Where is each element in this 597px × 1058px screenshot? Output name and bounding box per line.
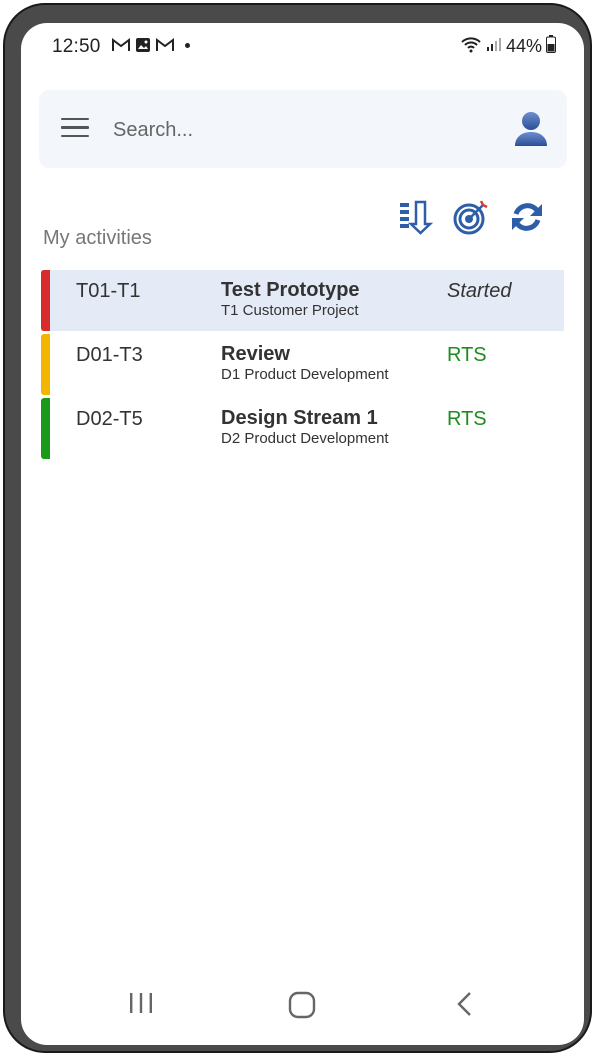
refresh-icon[interactable] (508, 198, 546, 236)
activity-status: RTS (447, 408, 487, 430)
search-input[interactable] (111, 114, 475, 146)
target-icon[interactable] (452, 198, 490, 236)
section-title: My activities (43, 227, 152, 249)
activity-project: T1 Customer Project (221, 302, 359, 319)
app-screen: 12:50 44% Search... My activities T01-T1… (21, 23, 584, 1045)
phone-frame: 12:50 44% Search... My activities T01-T1… (3, 3, 592, 1053)
priority-stripe (41, 398, 50, 459)
back-icon[interactable] (455, 991, 475, 1022)
activity-project: D2 Product Development (221, 430, 389, 447)
activity-row[interactable]: D02-T5 Design Stream 1 D2 Product Developm… (41, 398, 564, 459)
home-icon[interactable] (288, 991, 316, 1024)
activity-code: D02-T5 (76, 408, 143, 430)
activity-project: D1 Product Development (221, 366, 389, 383)
activity-title: Review (221, 343, 290, 365)
hamburger-menu-icon[interactable] (61, 118, 89, 140)
gallery-icon (135, 37, 151, 53)
activity-code: D01-T3 (76, 344, 143, 366)
signal-icon (486, 36, 502, 57)
activity-toolbar (396, 198, 546, 236)
activity-title: Test Prototype (221, 279, 360, 301)
activity-row[interactable]: T01-T1 Test Prototype T1 Customer Project S… (41, 270, 564, 331)
notification-icons (112, 37, 190, 53)
more-notifications-dot (185, 42, 190, 48)
wifi-icon (460, 35, 482, 58)
status-time: 12:50 (52, 36, 101, 57)
status-right: 44% (460, 35, 556, 58)
activity-code: T01-T1 (76, 280, 141, 302)
battery-level: 44% (505, 36, 542, 56)
priority-stripe (41, 334, 50, 395)
battery-icon (546, 35, 556, 58)
priority-stripe (41, 270, 50, 331)
user-profile-icon[interactable] (513, 110, 549, 148)
recent-apps-icon[interactable] (128, 991, 154, 1020)
activity-status: Started (447, 280, 512, 302)
gmail-icon (156, 38, 174, 52)
android-nav-bar (21, 975, 584, 1045)
activity-row[interactable]: D01-T3 Review D1 Product Development RTS (41, 334, 564, 395)
activity-title: Design Stream 1 (221, 407, 378, 429)
gmail-icon (112, 38, 130, 52)
sort-icon[interactable] (396, 198, 434, 236)
activity-list: T01-T1 Test Prototype T1 Customer Project S… (41, 270, 564, 462)
status-bar: 12:50 44% (21, 23, 584, 71)
search-bar (39, 90, 567, 168)
activity-status: RTS (447, 344, 487, 366)
